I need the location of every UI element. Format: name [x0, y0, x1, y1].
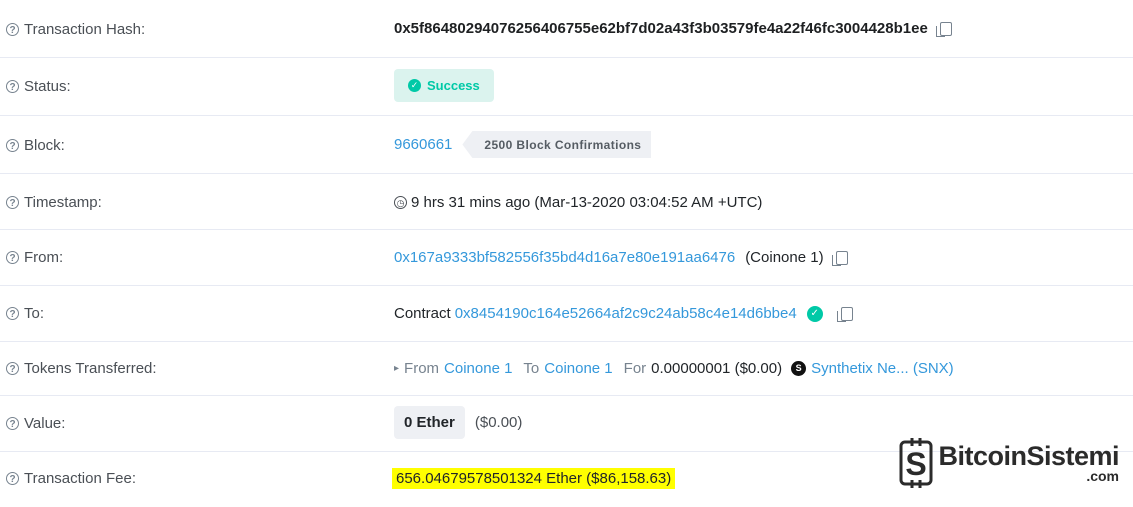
label-status: ? Status: — [6, 78, 71, 95]
row-transaction-hash: ? Transaction Hash: 0x5f8648029407625640… — [0, 0, 1133, 58]
token-to-link[interactable]: Coinone 1 — [544, 360, 612, 377]
block-confirmations-badge: 2500 Block Confirmations — [462, 131, 652, 158]
value-timestamp: ◷ 9 hrs 31 mins ago (Mar-13-2020 03:04:5… — [394, 194, 762, 211]
block-number-link[interactable]: 9660661 — [394, 136, 452, 153]
label-text: Transaction Hash: — [24, 21, 146, 38]
value-block: 9660661 2500 Block Confirmations — [394, 131, 652, 158]
row-status: ? Status: ✓ Success — [0, 58, 1133, 116]
to-word: To — [523, 360, 540, 377]
question-circle-icon[interactable]: ? — [6, 417, 19, 430]
question-circle-icon[interactable]: ? — [6, 139, 19, 152]
value-tokens-transferred: ▸ From Coinone 1 To Coinone 1 For 0.0000… — [394, 360, 954, 377]
contract-prefix: Contract — [394, 305, 451, 322]
value-status: ✓ Success — [394, 69, 494, 102]
label-transaction-hash: ? Transaction Hash: — [6, 21, 145, 38]
value-from: 0x167a9333bf582556f35bd4d16a7e80e191aa64… — [394, 249, 848, 266]
timestamp-text: 9 hrs 31 mins ago (Mar-13-2020 03:04:52 … — [411, 194, 763, 211]
watermark-name: BitcoinSistemi — [938, 440, 1119, 471]
label-text: To: — [24, 305, 45, 322]
token-from-link[interactable]: Coinone 1 — [444, 360, 512, 377]
to-address-link[interactable]: 0x8454190c164e52664af2c9c24ab58c4e14d6bb… — [455, 305, 797, 322]
row-timestamp: ? Timestamp: ◷ 9 hrs 31 mins ago (Mar-13… — [0, 174, 1133, 230]
label-transaction-fee: ? Transaction Fee: — [6, 470, 136, 487]
row-from: ? From: 0x167a9333bf582556f35bd4d16a7e80… — [0, 230, 1133, 286]
label-text: Status: — [24, 78, 71, 95]
value-usd: ($0.00) — [474, 414, 523, 431]
bitcoin-logo-icon: S — [898, 438, 936, 488]
transaction-fee-value: 656.04679578501324 Ether ($86,158.63) — [392, 468, 676, 489]
question-circle-icon[interactable]: ? — [6, 23, 19, 36]
svg-text:S: S — [906, 446, 927, 482]
verified-check-icon: ✓ — [806, 305, 823, 322]
watermark-text: BitcoinSistemi .com — [938, 440, 1119, 484]
label-tokens-transferred: ? Tokens Transferred: — [6, 360, 157, 377]
question-circle-icon[interactable]: ? — [6, 196, 19, 209]
row-to: ? To: Contract 0x8454190c164e52664af2c9c… — [0, 286, 1133, 342]
label-text: From: — [24, 249, 64, 266]
bitcoinsistemi-watermark: S BitcoinSistemi .com — [898, 438, 1119, 488]
label-from: ? From: — [6, 249, 63, 266]
label-text: Block: — [24, 137, 65, 154]
label-text: Value: — [24, 415, 66, 432]
caret-right-icon[interactable]: ▸ — [394, 363, 399, 374]
label-block: ? Block: — [6, 137, 65, 154]
token-name-link[interactable]: Synthetix Ne... (SNX) — [811, 360, 954, 377]
question-circle-icon[interactable]: ? — [6, 362, 19, 375]
from-name: (Coinone 1) — [745, 249, 824, 266]
snx-token-icon: S — [791, 361, 807, 376]
label-text: Tokens Transferred: — [24, 360, 157, 377]
label-text: Transaction Fee: — [24, 470, 136, 487]
label-value: ? Value: — [6, 415, 65, 432]
transaction-hash: 0x5f86480294076256406755e62bf7d02a43f3b0… — [394, 20, 928, 37]
token-amount: 0.00000001 ($0.00) — [651, 360, 783, 377]
from-word: From — [404, 360, 440, 377]
from-address-link[interactable]: 0x167a9333bf582556f35bd4d16a7e80e191aa64… — [394, 249, 735, 266]
check-circle-icon: ✓ — [408, 79, 421, 92]
row-tokens-transferred: ? Tokens Transferred: ▸ From Coinone 1 T… — [0, 342, 1133, 396]
for-word: For — [623, 360, 647, 377]
copy-icon[interactable] — [836, 306, 853, 322]
question-circle-icon[interactable]: ? — [6, 307, 19, 320]
copy-icon[interactable] — [935, 21, 952, 37]
value-transaction-hash: 0x5f86480294076256406755e62bf7d02a43f3b0… — [394, 20, 952, 37]
copy-icon[interactable] — [831, 250, 848, 266]
question-circle-icon[interactable]: ? — [6, 251, 19, 264]
ether-value-badge: 0 Ether — [394, 406, 465, 439]
value-to: Contract 0x8454190c164e52664af2c9c24ab58… — [394, 305, 853, 322]
status-text: Success — [427, 78, 480, 93]
label-timestamp: ? Timestamp: — [6, 194, 102, 211]
label-to: ? To: — [6, 305, 44, 322]
value-value: 0 Ether ($0.00) — [394, 406, 522, 439]
value-transaction-fee: 656.04679578501324 Ether ($86,158.63) — [392, 468, 676, 489]
status-badge: ✓ Success — [394, 69, 494, 102]
label-text: Timestamp: — [24, 194, 102, 211]
question-circle-icon[interactable]: ? — [6, 80, 19, 93]
question-circle-icon[interactable]: ? — [6, 472, 19, 485]
row-block: ? Block: 9660661 2500 Block Confirmation… — [0, 116, 1133, 174]
clock-icon: ◷ — [394, 196, 407, 209]
